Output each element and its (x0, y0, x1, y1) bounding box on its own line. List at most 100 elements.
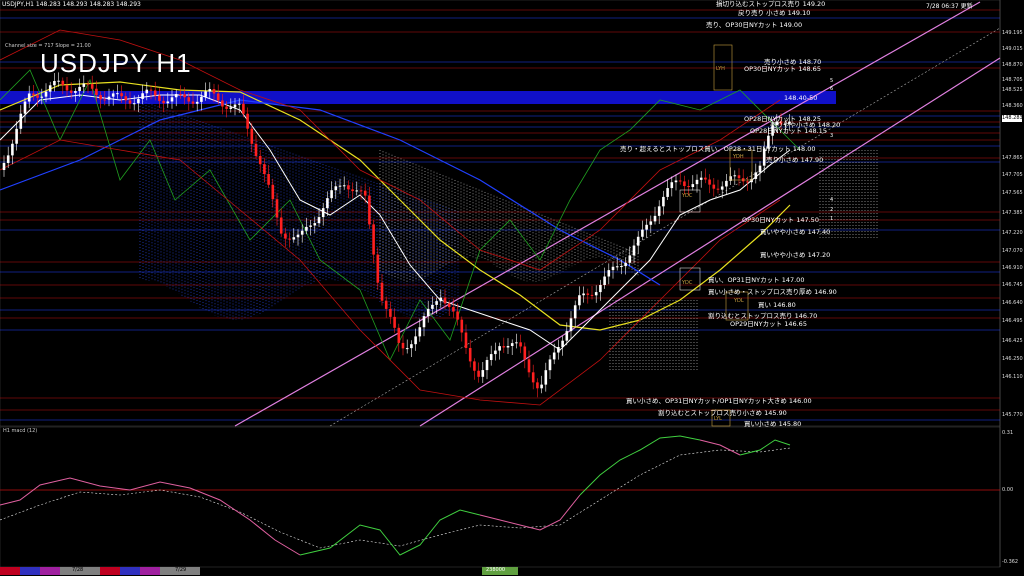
candle-body (704, 177, 707, 180)
candle-body (393, 316, 396, 328)
price-axis-label: 147.865 (1002, 155, 1023, 161)
candle-body (309, 225, 312, 227)
candle-body (57, 80, 60, 82)
candle-body (376, 254, 380, 283)
candle-body (40, 96, 44, 98)
candle-body (258, 155, 262, 165)
candle-body (468, 347, 472, 362)
candle-body (603, 276, 606, 285)
candle-body (313, 223, 317, 226)
candle-body (275, 199, 279, 218)
candle-body (632, 245, 636, 256)
candle-body (456, 311, 459, 320)
candle-body (145, 89, 149, 94)
macd-panel[interactable] (0, 426, 1001, 568)
candle-body (498, 346, 501, 351)
candle-body (691, 184, 695, 188)
candle-body (615, 266, 619, 268)
macd-axis-bottom: -0.362 (1002, 559, 1019, 565)
candle-body (699, 177, 703, 180)
marker-label: 6 (830, 86, 834, 92)
candle-body (515, 342, 518, 344)
candle-body (279, 217, 283, 234)
price-annotation: 買い小さめ 145.80 (744, 420, 802, 428)
current-price-box: 148.283 (1002, 115, 1023, 122)
candle-body (216, 93, 220, 101)
candle-body (359, 190, 363, 192)
candle-body (464, 332, 468, 348)
candle-body (662, 196, 665, 207)
candle-body (229, 107, 233, 109)
candle-body (452, 307, 455, 312)
date-label-2: 7/29 (175, 567, 187, 573)
candle-body (573, 305, 577, 319)
candle-body (141, 93, 144, 99)
candle-body (708, 179, 711, 185)
macd-label: H1 macd (12) (3, 428, 38, 434)
candle-body (716, 188, 720, 190)
candle-body (380, 282, 384, 301)
macd-axis-zero: 0.00 (1002, 487, 1014, 493)
candle-body (170, 97, 174, 102)
price-chart[interactable] (0, 0, 1024, 576)
candle-body (149, 89, 153, 91)
candle-body (645, 224, 648, 230)
candle-body (557, 346, 560, 353)
candle-body (191, 101, 195, 104)
symbol-info: USDJPY,H1 148.283 148.293 148.283 148.29… (2, 1, 141, 8)
candle-body (536, 382, 539, 389)
candle-body (477, 370, 480, 377)
candle-body (82, 83, 86, 87)
candle-body (246, 113, 249, 129)
candle-body (725, 180, 728, 187)
candle-body (153, 90, 157, 96)
candle-body (347, 185, 350, 190)
candle-body (48, 85, 52, 92)
candle-body (594, 292, 598, 296)
candle-body (86, 83, 90, 85)
chart-title: USDJPY H1 (40, 48, 192, 78)
candle-body (174, 94, 178, 98)
candle-body (443, 297, 447, 304)
candle-body (69, 90, 73, 93)
price-annotation: OP30日NYカット 147.50 (742, 216, 819, 224)
candle-body (418, 327, 422, 337)
candle-body (578, 295, 581, 306)
candle-body (296, 234, 300, 238)
candle-body (666, 188, 669, 197)
candle-body (74, 91, 77, 93)
candle-body (326, 198, 329, 209)
candle-body (36, 95, 39, 98)
candle-body (527, 359, 531, 373)
price-axis-label: 147.705 (1002, 172, 1023, 178)
candle-body (44, 91, 48, 97)
candle-body (27, 93, 31, 102)
candle-body (460, 319, 464, 333)
candle-body (321, 208, 325, 218)
marker-label: YDL (734, 298, 744, 304)
candle-body (611, 266, 615, 271)
candle-body (485, 360, 489, 371)
candle-body (305, 226, 308, 231)
candle-body (187, 97, 191, 102)
candle-body (208, 89, 212, 92)
candle-body (284, 233, 287, 239)
candle-body (653, 215, 657, 222)
marker-label: 2 (830, 207, 834, 213)
price-annotation: 売り・超えるとストップロス買い、OP28・31日NYカット 148.00 (620, 145, 816, 153)
candle-body (548, 359, 552, 371)
candle-body (401, 342, 405, 349)
candle-body (95, 88, 98, 96)
session-bar-2 (20, 567, 40, 575)
candle-body (116, 93, 119, 95)
price-annotation: OP29日NYカット 146.65 (730, 320, 807, 328)
candle-body (254, 143, 258, 156)
candle-body (334, 186, 338, 191)
candle-body (552, 352, 556, 360)
marker-label: YDC (682, 280, 693, 286)
candle-body (384, 300, 388, 309)
bar-right-text: 238000 (486, 567, 506, 573)
candle-body (481, 370, 485, 377)
candle-body (620, 266, 623, 268)
candle-body (624, 262, 627, 267)
